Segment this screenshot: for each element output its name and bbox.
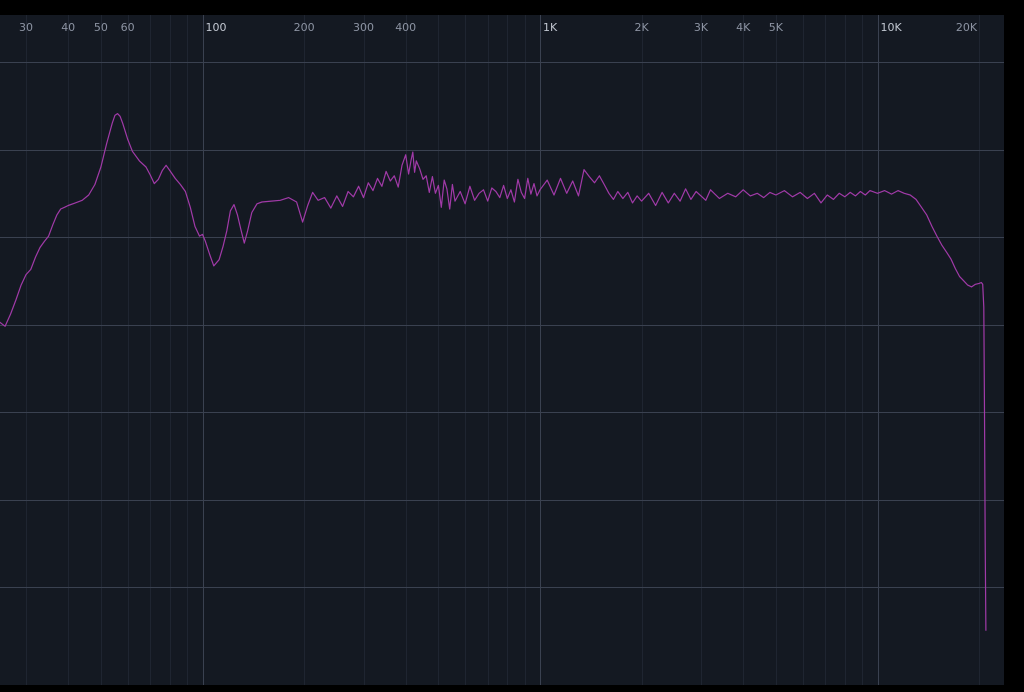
- frequency-axis-labels: 30 40 50 60 100 200 300 400 1K 2K 3K 4K 5K 10K 20K: [19, 21, 978, 34]
- tick-label-50: 50: [94, 21, 108, 34]
- tick-label-3k: 3K: [694, 21, 709, 34]
- tick-label-10k: 10K: [881, 21, 903, 34]
- tick-label-20k: 20K: [956, 21, 978, 34]
- spectrum-line-1: [0, 113, 987, 631]
- tick-label-5k: 5K: [769, 21, 784, 34]
- tick-label-300: 300: [353, 21, 374, 34]
- tick-label-60: 60: [121, 21, 135, 34]
- tick-label-30: 30: [19, 21, 33, 34]
- spectrum-series: [0, 113, 987, 631]
- tick-label-40: 40: [61, 21, 75, 34]
- spectrum-analyzer: 30 40 50 60 100 200 300 400 1K 2K 3K 4K 5K 10K 20K: [0, 15, 1004, 685]
- grid: [0, 15, 1004, 685]
- tick-label-100: 100: [206, 21, 227, 34]
- tick-label-1k: 1K: [543, 21, 558, 34]
- tick-label-4k: 4K: [736, 21, 751, 34]
- tick-label-200: 200: [294, 21, 315, 34]
- spectrum-chart: 30 40 50 60 100 200 300 400 1K 2K 3K 4K 5K 10K 20K: [0, 15, 1004, 685]
- tick-label-2k: 2K: [634, 21, 649, 34]
- tick-label-400: 400: [395, 21, 416, 34]
